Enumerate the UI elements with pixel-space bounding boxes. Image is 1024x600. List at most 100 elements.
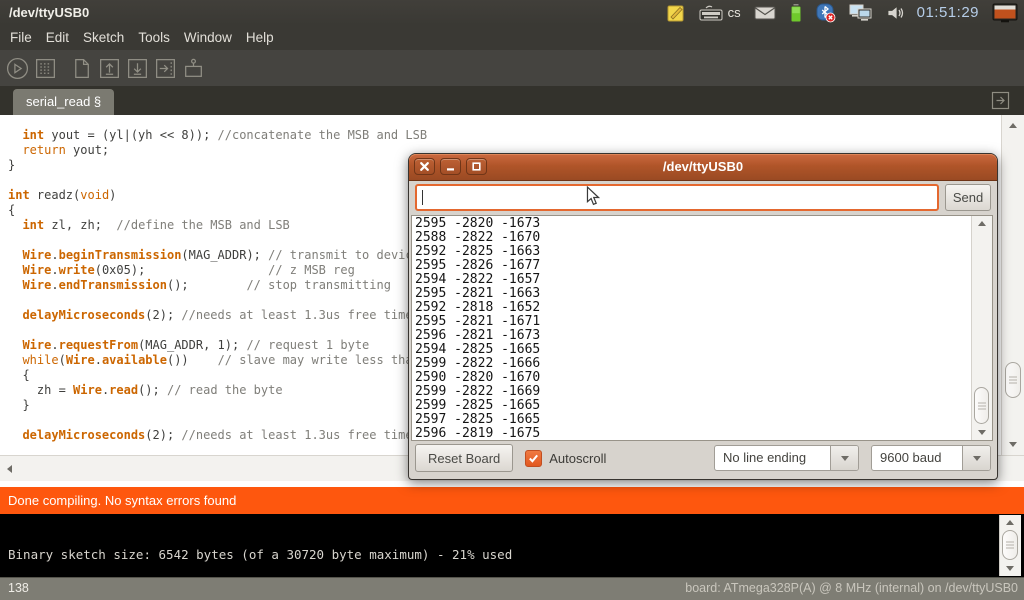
serial-output-line: 2599 -2822 -1666 xyxy=(415,357,992,371)
autoscroll-checkbox[interactable] xyxy=(525,450,542,467)
serial-output-line: 2599 -2825 -1665 xyxy=(415,399,992,413)
serial-monitor-window: /dev/ttyUSB0 Send 2595 -2820 -16732588 -… xyxy=(408,153,998,480)
line-ending-value: No line ending xyxy=(715,446,830,470)
menu-item-sketch[interactable]: Sketch xyxy=(76,25,131,50)
console-scroll-up-icon[interactable] xyxy=(1006,520,1014,525)
console-scrollbar[interactable] xyxy=(999,515,1021,576)
serial-output-line: 2595 -2821 -1663 xyxy=(415,287,992,301)
scroll-up-arrow-icon[interactable] xyxy=(1009,123,1017,128)
tab-menu-icon[interactable] xyxy=(990,90,1011,111)
serial-output-line: 2595 -2820 -1673 xyxy=(415,217,992,231)
chevron-down-icon[interactable] xyxy=(962,446,990,470)
compile-status-bar: Done compiling. No syntax errors found xyxy=(0,487,1024,514)
upload-icon xyxy=(153,56,178,81)
serial-output-line: 2594 -2825 -1665 xyxy=(415,343,992,357)
battery-icon[interactable] xyxy=(789,3,803,23)
volume-icon[interactable] xyxy=(886,4,904,22)
save-icon xyxy=(125,56,150,81)
maximize-icon xyxy=(470,160,483,173)
stop-button[interactable] xyxy=(33,56,58,81)
chevron-down-icon[interactable] xyxy=(830,446,858,470)
menu-item-edit[interactable]: Edit xyxy=(39,25,76,50)
tabbar: serial_read § xyxy=(0,86,1024,115)
baud-rate-value: 9600 baud xyxy=(872,446,962,470)
new-sketch-button[interactable] xyxy=(69,56,94,81)
minimize-icon xyxy=(444,160,457,173)
autoscroll-label: Autoscroll xyxy=(549,451,606,466)
menu-item-file[interactable]: File xyxy=(3,25,39,50)
reset-board-button[interactable]: Reset Board xyxy=(415,444,513,472)
note-icon[interactable] xyxy=(666,3,686,23)
editor-vertical-scrollbar[interactable] xyxy=(1001,115,1024,455)
board-info: board: ATmega328P(A) @ 8 MHz (internal) … xyxy=(685,581,1018,595)
open-icon xyxy=(97,56,122,81)
maximize-button[interactable] xyxy=(466,158,487,175)
keyboard-layout-label[interactable]: cs xyxy=(728,5,741,20)
serial-monitor-button[interactable] xyxy=(181,56,206,81)
menu-item-window[interactable]: Window xyxy=(177,25,239,50)
console-scrollbar-thumb[interactable] xyxy=(1002,530,1018,560)
compile-status-message: Done compiling. No syntax errors found xyxy=(8,493,236,508)
scroll-left-arrow-icon[interactable] xyxy=(7,465,12,473)
console-output: Binary sketch size: 6542 bytes (of a 307… xyxy=(8,547,512,562)
menubar: FileEditSketchToolsWindowHelp xyxy=(0,25,1024,50)
network-icon[interactable] xyxy=(849,3,873,22)
serial-monitor-titlebar[interactable]: /dev/ttyUSB0 xyxy=(409,154,997,181)
serial-output-line: 2588 -2822 -1670 xyxy=(415,231,992,245)
serial-input-row: Send xyxy=(415,184,991,213)
serial-monitor-controls: Reset Board Autoscroll No line ending 96… xyxy=(415,442,991,474)
new-icon xyxy=(69,56,94,81)
stop-icon xyxy=(33,56,58,81)
serial-output-line: 2594 -2822 -1657 xyxy=(415,273,992,287)
serial-monitor-icon xyxy=(181,56,206,81)
serial-output-line: 2592 -2818 -1652 xyxy=(415,301,992,315)
serial-scroll-up-icon[interactable] xyxy=(978,221,986,226)
serial-output-line: 2596 -2821 -1673 xyxy=(415,329,992,343)
scroll-down-arrow-icon[interactable] xyxy=(1009,442,1017,447)
menu-item-help[interactable]: Help xyxy=(239,25,281,50)
serial-output-line: 2592 -2825 -1663 xyxy=(415,245,992,259)
line-ending-dropdown[interactable]: No line ending xyxy=(714,445,859,471)
minimize-button[interactable] xyxy=(440,158,461,175)
serial-scrollbar-thumb[interactable] xyxy=(974,387,989,424)
serial-output-line: 2590 -2820 -1670 xyxy=(415,371,992,385)
send-button[interactable]: Send xyxy=(945,184,991,211)
open-button[interactable] xyxy=(97,56,122,81)
menu-item-tools[interactable]: Tools xyxy=(131,25,177,50)
toolbar xyxy=(0,50,1024,86)
verify-button[interactable] xyxy=(5,56,30,81)
window-title: /dev/ttyUSB0 xyxy=(0,5,89,20)
top-panel: /dev/ttyUSB0 cs 01:51:29 xyxy=(0,0,1024,25)
serial-output-lines: 2595 -2820 -16732588 -2822 -16702592 -28… xyxy=(412,216,992,441)
serial-output-scrollbar[interactable] xyxy=(971,216,992,440)
serial-output-line: 2599 -2822 -1669 xyxy=(415,385,992,399)
verify-icon xyxy=(5,56,30,81)
check-icon xyxy=(528,453,539,464)
system-tray: cs 01:51:29 xyxy=(666,0,1024,25)
line-number: 138 xyxy=(8,581,29,595)
serial-output-line: 2596 -2819 -1675 xyxy=(415,427,992,441)
upload-button[interactable] xyxy=(153,56,178,81)
serial-output-line: 2595 -2821 -1671 xyxy=(415,315,992,329)
code-line: int yout = (yl|(yh << 8)); //concatenate… xyxy=(8,128,1001,143)
serial-output-line: 2595 -2826 -1677 xyxy=(415,259,992,273)
editor-scrollbar-thumb[interactable] xyxy=(1005,362,1021,398)
text-caret xyxy=(422,190,423,205)
serial-input-field[interactable] xyxy=(415,184,939,211)
save-button[interactable] xyxy=(125,56,150,81)
serial-monitor-title: /dev/ttyUSB0 xyxy=(409,154,997,180)
mail-icon[interactable] xyxy=(754,5,776,21)
ide-statusbar: 138 board: ATmega328P(A) @ 8 MHz (intern… xyxy=(0,577,1024,600)
serial-scroll-down-icon[interactable] xyxy=(978,430,986,435)
serial-output-line: 2597 -2825 -1665 xyxy=(415,413,992,427)
console-scroll-down-icon[interactable] xyxy=(1006,566,1014,571)
tab-serial-read[interactable]: serial_read § xyxy=(13,89,114,115)
bluetooth-icon[interactable] xyxy=(816,3,836,23)
clock[interactable]: 01:51:29 xyxy=(917,4,979,21)
close-button[interactable] xyxy=(414,158,435,175)
keyboard-icon[interactable] xyxy=(699,4,723,22)
session-icon[interactable] xyxy=(992,3,1018,23)
console: Binary sketch size: 6542 bytes (of a 307… xyxy=(0,514,1024,577)
serial-output-area[interactable]: 2595 -2820 -16732588 -2822 -16702592 -28… xyxy=(411,215,993,441)
baud-rate-dropdown[interactable]: 9600 baud xyxy=(871,445,991,471)
